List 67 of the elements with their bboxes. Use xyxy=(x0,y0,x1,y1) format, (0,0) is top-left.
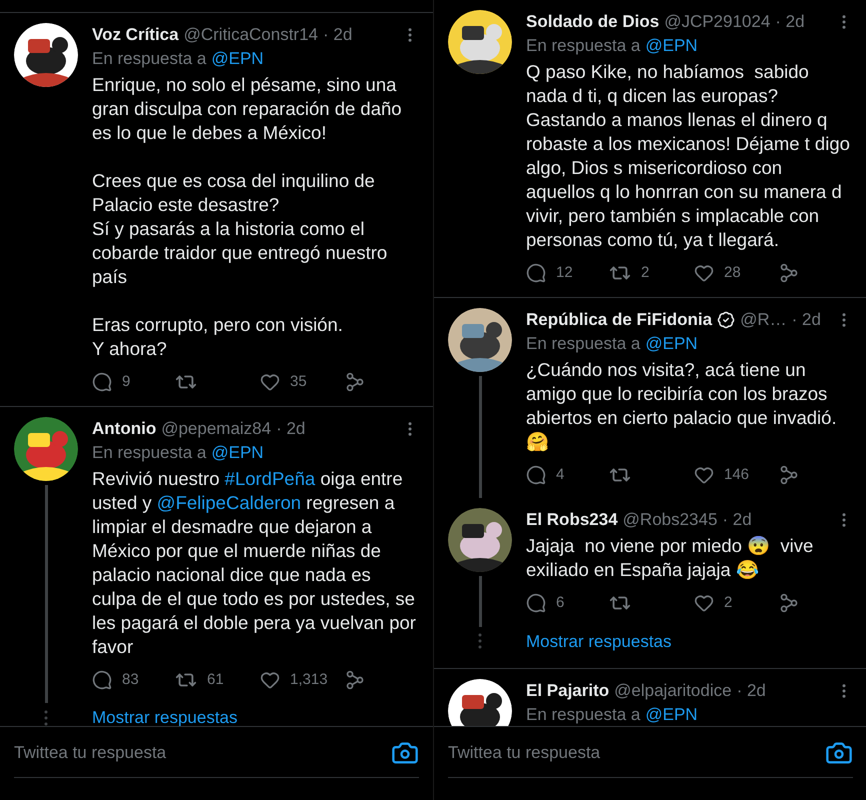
user-handle: @JCP291024 xyxy=(664,11,770,33)
show-replies-link[interactable]: Mostrar respuestas xyxy=(526,628,672,654)
post-time: · 2d xyxy=(722,509,752,531)
user-handle: @R… xyxy=(740,308,787,330)
retweet-count: 61 xyxy=(207,670,224,690)
dots-icon xyxy=(478,633,482,650)
share-icon[interactable] xyxy=(779,263,799,284)
post-time: · 2d xyxy=(736,680,766,702)
reply-context: En respuesta a xyxy=(526,704,640,726)
mention-link[interactable]: @EPN xyxy=(645,332,698,356)
mention-link[interactable]: @EPN xyxy=(211,47,264,71)
like-count: 146 xyxy=(724,464,750,484)
user-name: El Robs234 xyxy=(526,509,618,531)
dots-icon xyxy=(44,710,48,726)
hashtag-link[interactable]: @FelipeCalderon xyxy=(156,492,302,512)
post-time: · 2d xyxy=(323,24,352,46)
like-count: 1,313 xyxy=(290,670,328,690)
like-icon[interactable] xyxy=(260,372,280,392)
retweet-count: 2 xyxy=(641,263,650,283)
reply-count: 83 xyxy=(122,670,139,690)
tweet-text: Enrique, no solo el pésame, sino una gran disculpa con reparación de daño es lo que le debes a México! Crees que es cosa del inquilino de Palacio este desastre? Sí y pasarás a la historia como el cobarde traidor que entregó nuestro país Eras corrupto, pero con visión. Y ahora? xyxy=(92,73,403,361)
reply-icon[interactable] xyxy=(526,593,546,614)
user-handle: @CriticaConstr14 xyxy=(184,24,318,46)
reply-count: 6 xyxy=(556,593,564,613)
reply-context: En respuesta a xyxy=(92,48,206,70)
share-icon[interactable] xyxy=(345,372,365,392)
mention-link[interactable]: @EPN xyxy=(645,703,698,726)
user-name: Antonio xyxy=(92,418,156,440)
like-icon[interactable] xyxy=(694,464,714,485)
like-count: 2 xyxy=(724,593,732,613)
reply-count: 12 xyxy=(556,263,573,283)
share-icon[interactable] xyxy=(779,593,799,614)
like-icon[interactable] xyxy=(694,263,714,284)
reply-context: En respuesta a xyxy=(526,35,640,57)
reply-icon[interactable] xyxy=(526,464,546,485)
tweet-text: ¿Cuándo nos visita?, acá tiene un amigo que lo recibiría con los brazos abiertos en cierto palacio que invadió. 🤗 xyxy=(526,358,838,454)
tweet-text: Jajaja no viene por miedo 😨 vive exiliado en España jajaja 😂 xyxy=(526,534,814,582)
reply-count: 9 xyxy=(122,372,130,392)
user-handle: @pepemaiz84 xyxy=(161,418,272,440)
user-handle: @Robs2345 xyxy=(622,509,718,531)
like-icon[interactable] xyxy=(694,593,714,614)
tweet-text: Revivió nuestro #LordPeña oiga entre usted y @FelipeCalderon regresen a limpiar el desmadre que dejaron a México por que el muerde niñas de palacio nacional dice que nada es culpa de el que todo es por ustedes, se les pagará el doble pera ya vuelvan por favor xyxy=(92,466,417,658)
reply-icon[interactable] xyxy=(526,263,546,284)
reply-input[interactable]: Twittea tu respuesta xyxy=(14,740,391,766)
share-icon[interactable] xyxy=(345,670,365,690)
reply-count: 4 xyxy=(556,464,564,484)
reply-input[interactable]: Twittea tu respuesta xyxy=(448,740,825,766)
share-icon[interactable] xyxy=(779,464,799,485)
like-count: 35 xyxy=(290,372,307,392)
mention-link[interactable]: @EPN xyxy=(645,34,698,58)
like-count: 28 xyxy=(724,263,741,283)
reply-context: En respuesta a xyxy=(526,332,640,354)
mention-link[interactable]: @EPN xyxy=(211,440,264,464)
tweet-text: Q paso Kike, no habíamos sabido nada d ti, q dicen las europas? Gastando a manos llenas el dinero q robaste a los mexicanos! Déjame t digo algo, Dios s misericordioso con aquellos q lo honrran con su manera d vivir, pero también s implacable con personas como tú, ya t llegará. xyxy=(526,60,851,252)
like-icon[interactable] xyxy=(260,670,280,690)
reply-icon[interactable] xyxy=(92,372,112,392)
post-time: · 2d xyxy=(276,418,306,440)
post-time: · 2d xyxy=(792,308,821,330)
user-name: Soldado de Dios xyxy=(526,11,660,33)
reply-context: En respuesta a xyxy=(92,442,206,464)
user-name: Voz Crítica xyxy=(92,24,179,46)
reply-icon[interactable] xyxy=(92,670,112,690)
user-handle: @elpajaritodice xyxy=(614,680,732,702)
hashtag-link[interactable]: #LordPeña xyxy=(224,468,316,488)
user-name: El Pajarito xyxy=(526,680,610,702)
post-time: · 2d xyxy=(775,11,805,33)
user-name: República de FiFidonia xyxy=(526,308,712,330)
